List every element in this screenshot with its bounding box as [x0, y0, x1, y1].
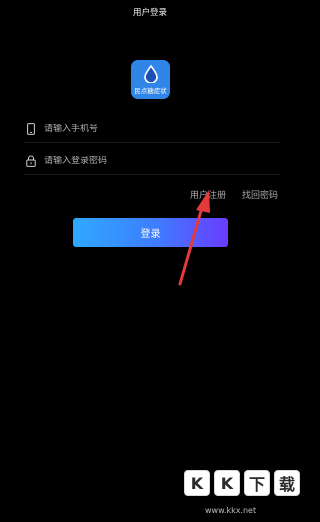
watermark-logo: K K 下 载 — [184, 470, 300, 496]
watermark-letter: 载 — [274, 470, 300, 496]
watermark-letter: K — [184, 470, 210, 496]
watermark-letter: K — [214, 470, 240, 496]
red-arrow-annotation — [178, 190, 210, 286]
watermark-url: www.kkx.net — [205, 506, 257, 515]
watermark-letter: 下 — [244, 470, 270, 496]
